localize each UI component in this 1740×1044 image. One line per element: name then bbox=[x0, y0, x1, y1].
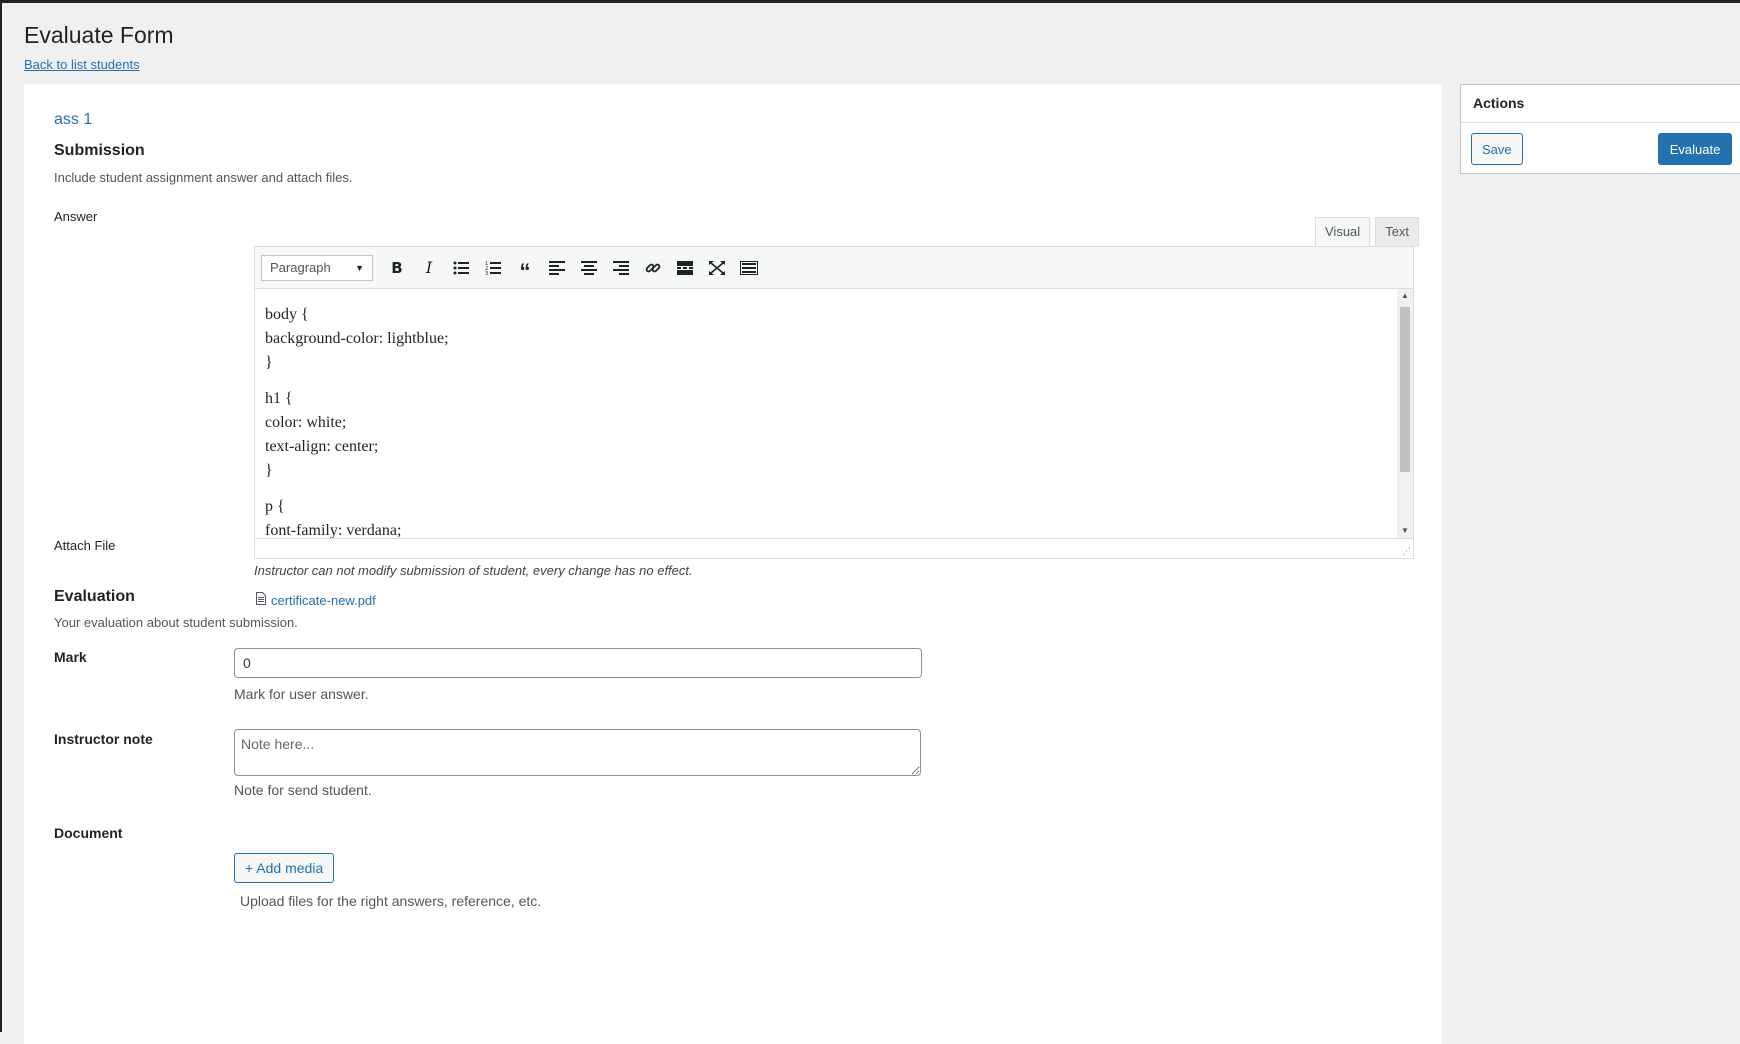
document-help: Upload files for the right answers, refe… bbox=[240, 893, 542, 909]
attach-file-label: Attach File bbox=[54, 538, 116, 553]
paragraph-format-select[interactable]: Paragraph ▼ bbox=[261, 254, 373, 281]
evaluate-form-panel: ass 1 Submission Include student assignm… bbox=[24, 84, 1442, 1044]
save-button[interactable]: Save bbox=[1471, 133, 1523, 165]
add-media-button[interactable]: + Add media bbox=[234, 853, 335, 883]
mark-label: Mark bbox=[54, 649, 87, 665]
scrollbar-thumb[interactable] bbox=[1400, 307, 1410, 472]
bold-icon[interactable]: B bbox=[381, 253, 413, 283]
read-more-icon[interactable] bbox=[669, 253, 701, 283]
scroll-down-arrow-icon[interactable]: ▼ bbox=[1397, 524, 1413, 538]
submission-description: Include student assignment answer and at… bbox=[54, 170, 353, 185]
editor-content[interactable]: body { background-color: lightblue; } h1… bbox=[255, 289, 1397, 538]
attached-file: certificate-new.pdf bbox=[256, 592, 376, 608]
numbered-list-icon[interactable]: 123 bbox=[477, 253, 509, 283]
page-title: Evaluate Form bbox=[24, 22, 174, 48]
format-select-value: Paragraph bbox=[270, 260, 331, 275]
instructor-note-field[interactable] bbox=[234, 729, 921, 776]
submission-heading: Submission bbox=[54, 142, 145, 159]
svg-text:3: 3 bbox=[485, 271, 488, 275]
scroll-up-arrow-icon[interactable]: ▲ bbox=[1397, 289, 1413, 303]
admin-top-bar bbox=[0, 0, 1740, 3]
note-help: Note for send student. bbox=[234, 782, 372, 798]
align-right-icon[interactable] bbox=[605, 253, 637, 283]
editor-scrollbar[interactable]: ▲ ▼ bbox=[1397, 289, 1413, 538]
tab-text[interactable]: Text bbox=[1375, 217, 1420, 247]
attached-file-link[interactable]: certificate-new.pdf bbox=[271, 593, 376, 608]
evaluation-description: Your evaluation about student submission… bbox=[54, 615, 298, 630]
resize-handle-icon[interactable]: ⋰ bbox=[1401, 546, 1411, 556]
editor-note: Instructor can not modify submission of … bbox=[254, 563, 693, 578]
document-label: Document bbox=[54, 825, 123, 841]
editor-status-bar: ⋰ bbox=[255, 538, 1413, 558]
assignment-title[interactable]: ass 1 bbox=[54, 111, 92, 129]
bulleted-list-icon[interactable] bbox=[445, 253, 477, 283]
answer-label: Answer bbox=[54, 209, 98, 224]
answer-editor: Paragraph ▼ B I 123 “ body {background-… bbox=[254, 246, 1414, 559]
tab-visual[interactable]: Visual bbox=[1315, 217, 1371, 247]
evaluation-heading: Evaluation bbox=[54, 588, 135, 605]
align-center-icon[interactable] bbox=[573, 253, 605, 283]
link-icon[interactable] bbox=[637, 253, 669, 283]
editor-paragraph: body { background-color: lightblue; } bbox=[265, 306, 449, 371]
blockquote-icon[interactable]: “ bbox=[509, 253, 541, 283]
actions-box: Actions Save Evaluate bbox=[1460, 84, 1740, 174]
document-icon bbox=[256, 592, 266, 608]
editor-paragraph: h1 { color: white; text-align: center; } bbox=[265, 390, 379, 479]
admin-left-edge bbox=[0, 0, 2, 1032]
evaluate-button[interactable]: Evaluate bbox=[1658, 133, 1732, 165]
mark-input[interactable] bbox=[234, 648, 922, 678]
fullscreen-icon[interactable] bbox=[701, 253, 733, 283]
italic-icon[interactable]: I bbox=[413, 253, 445, 283]
instructor-note-label: Instructor note bbox=[54, 731, 153, 747]
back-to-list-link[interactable]: Back to list students bbox=[24, 57, 140, 72]
chevron-down-icon: ▼ bbox=[355, 262, 364, 273]
toolbar-toggle-icon[interactable] bbox=[733, 253, 765, 283]
mark-help: Mark for user answer. bbox=[234, 686, 369, 702]
editor-toolbar: Paragraph ▼ B I 123 “ bbox=[255, 247, 1413, 289]
actions-heading: Actions bbox=[1461, 85, 1740, 123]
align-left-icon[interactable] bbox=[541, 253, 573, 283]
editor-tabs: Visual Text bbox=[1315, 217, 1420, 247]
editor-paragraph: p { font-family: verdana; bbox=[265, 498, 402, 538]
